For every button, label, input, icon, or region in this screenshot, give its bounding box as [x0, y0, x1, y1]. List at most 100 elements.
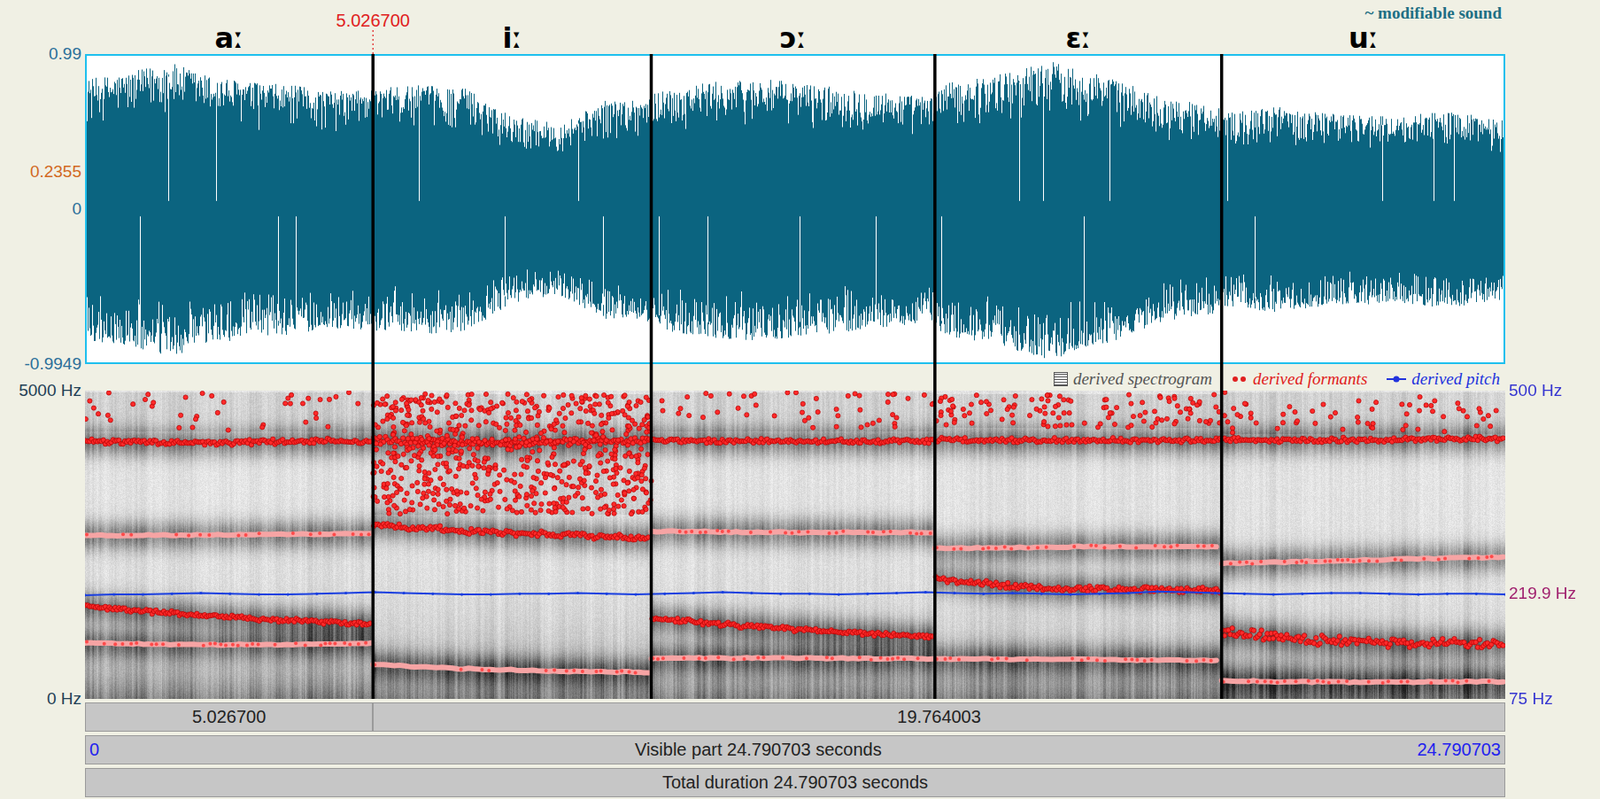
formant-point: [593, 401, 598, 407]
formant-point: [380, 461, 386, 466]
formant-point: [852, 391, 858, 396]
formant-point: [635, 460, 641, 465]
formant-point: [120, 641, 124, 646]
waveform-gap: [1227, 122, 1229, 201]
formant-point: [440, 503, 446, 509]
formant-point: [445, 404, 450, 410]
formant-point: [411, 453, 417, 458]
formant-point: [609, 394, 614, 399]
formant-point: [578, 462, 583, 467]
formant-point: [570, 510, 575, 515]
formant-point: [419, 437, 425, 442]
formant-point: [579, 494, 585, 500]
formant-point: [544, 668, 549, 673]
formant-point: [546, 508, 551, 513]
formant-point: [409, 397, 414, 402]
formant-point: [444, 486, 449, 492]
formant-point: [916, 656, 920, 660]
formant-point: [475, 458, 480, 464]
formant-point: [459, 412, 464, 418]
formant-point: [684, 530, 688, 534]
formant-point: [470, 463, 475, 468]
formant-point: [641, 417, 647, 423]
formant-point: [647, 421, 652, 426]
formant-point: [579, 395, 584, 401]
formant-point: [576, 419, 581, 425]
formant-point: [508, 415, 513, 420]
formant-cloud: [659, 390, 936, 430]
formant-point: [716, 655, 720, 659]
formant-point: [612, 456, 618, 462]
formant-point: [525, 457, 530, 463]
waveform-gap: [216, 90, 217, 201]
formant-point: [436, 502, 441, 507]
formant-point: [569, 410, 574, 416]
formant-point: [500, 401, 505, 406]
formant-point: [121, 532, 125, 536]
formant-point: [91, 405, 96, 410]
formant-point: [161, 641, 165, 646]
formant-point: [621, 503, 627, 509]
formant-point: [595, 472, 600, 478]
formant-point: [611, 506, 617, 511]
formant-point: [720, 529, 725, 534]
formant-point: [921, 392, 927, 397]
formant-point: [643, 476, 649, 481]
formant-point: [390, 404, 395, 410]
formant-point: [460, 442, 465, 448]
waveform-gap: [1382, 124, 1384, 201]
formant-point: [445, 511, 450, 517]
formant-point: [606, 415, 611, 420]
waveform-gap: [707, 216, 709, 323]
formant-point: [447, 468, 452, 473]
waveform-gap: [418, 97, 420, 201]
formant-point: [373, 447, 379, 452]
formant-point: [504, 506, 510, 511]
formant-point: [572, 493, 578, 498]
formant-point: [482, 489, 487, 495]
formant-point: [799, 409, 804, 415]
formant-point: [371, 460, 377, 465]
formant-point: [858, 425, 864, 430]
formant-point: [519, 399, 525, 404]
plot-area: aːiːɔːɛːuː~ modifiable sound5.026700: [85, 0, 1506, 55]
formant-point: [444, 393, 449, 398]
formant-point: [425, 505, 430, 511]
waveform-gap: [1083, 216, 1085, 333]
segment-label-cell: ɔː: [651, 0, 936, 55]
formant-point: [561, 495, 566, 501]
formant-point: [870, 420, 875, 426]
formant-point: [215, 409, 220, 415]
formant-point: [488, 400, 494, 405]
formant-point: [399, 396, 404, 402]
formant-point: [325, 424, 331, 429]
formant-point: [929, 401, 935, 407]
formant-point: [428, 478, 433, 483]
formant-point: [571, 458, 576, 464]
formant-point: [225, 427, 231, 433]
formant-point: [583, 471, 588, 476]
waveform-gap: [875, 216, 877, 315]
formant-point: [534, 436, 540, 441]
formant-point: [640, 422, 645, 427]
formant-point: [512, 497, 518, 503]
formant-point: [538, 430, 543, 435]
formant-point: [806, 530, 811, 534]
formant-point: [514, 399, 519, 404]
waveform-gap: [658, 216, 660, 316]
formant-point: [273, 642, 278, 647]
formant-point: [479, 496, 484, 502]
formant-point: [749, 530, 753, 534]
vowel-label: uː: [1348, 23, 1379, 55]
formant-point: [456, 405, 462, 410]
formant-point: [834, 530, 839, 534]
formant-point: [510, 508, 515, 513]
formant-point: [892, 424, 897, 429]
formant-point: [548, 426, 554, 432]
formant-point: [417, 502, 423, 507]
formant-point: [422, 469, 427, 474]
legend-item: derived spectrogram: [1053, 369, 1213, 389]
waveform-gap: [1043, 76, 1044, 201]
legend-label: derived spectrogram: [1073, 369, 1213, 389]
formant-point: [622, 393, 627, 398]
